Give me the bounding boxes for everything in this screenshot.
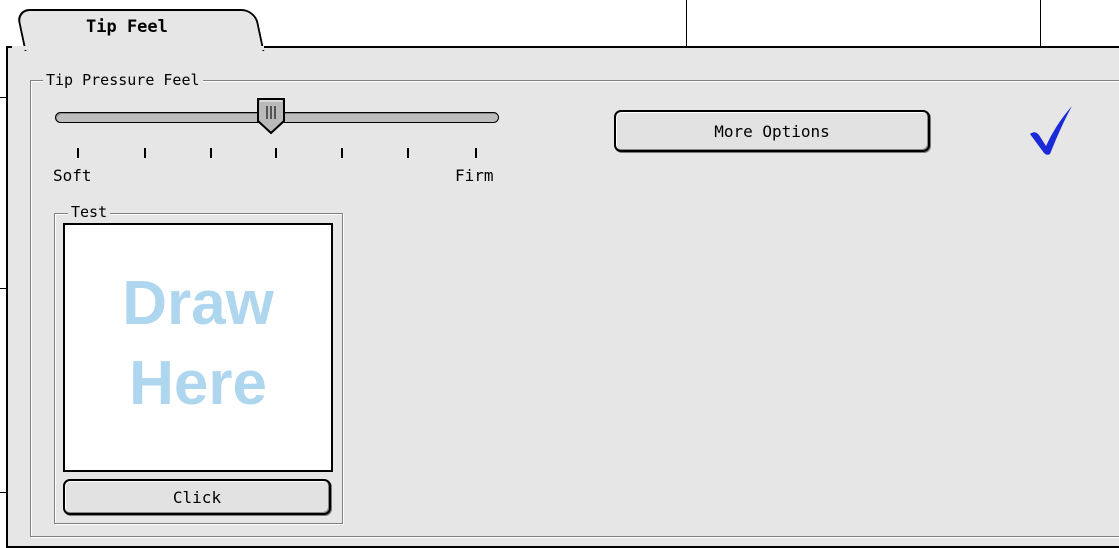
slider-tick bbox=[77, 148, 79, 158]
slider-tick bbox=[341, 148, 343, 158]
slider-tick bbox=[144, 148, 146, 158]
slider-max-label: Firm bbox=[455, 166, 494, 185]
tab-join bbox=[12, 46, 264, 50]
slider-tick bbox=[475, 148, 477, 158]
slider-min-label: Soft bbox=[53, 166, 92, 185]
draw-here-line1: Draw bbox=[122, 269, 274, 338]
draw-test-area[interactable]: Draw Here bbox=[63, 223, 333, 472]
checkmark-icon bbox=[1030, 106, 1072, 155]
draw-here-line2: Here bbox=[129, 349, 267, 418]
slider-tick bbox=[407, 148, 409, 158]
test-group-title: Test bbox=[68, 204, 111, 220]
click-test-button[interactable]: Click bbox=[63, 479, 331, 515]
slider-tick bbox=[210, 148, 212, 158]
tip-pressure-slider-thumb[interactable] bbox=[256, 97, 286, 135]
slider-tick bbox=[275, 148, 277, 158]
more-options-button[interactable]: More Options bbox=[614, 110, 930, 152]
tab-tip-feel[interactable]: Tip Feel bbox=[86, 17, 168, 37]
tip-pressure-group-title: Tip Pressure Feel bbox=[43, 72, 203, 88]
